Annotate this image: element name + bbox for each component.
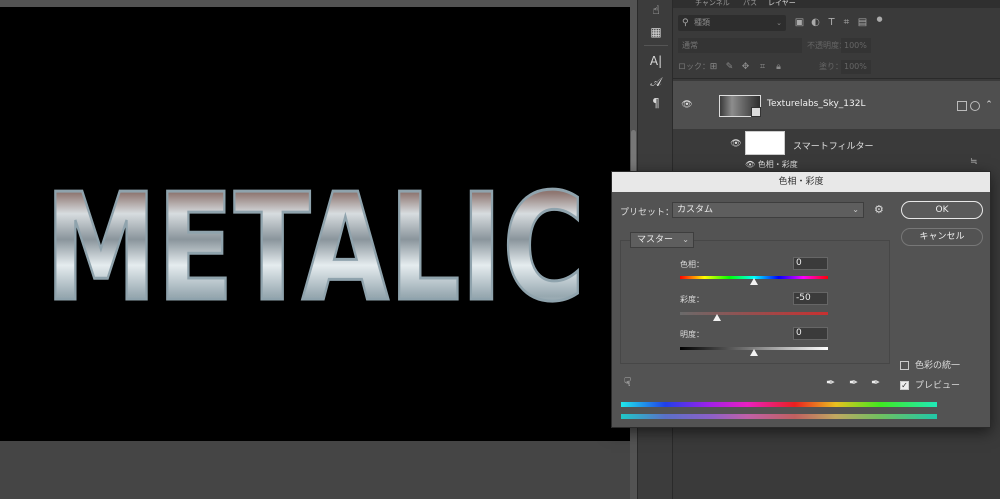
channel-select[interactable]: マスター ⌄ [630, 232, 694, 248]
saturation-slider-track[interactable] [680, 312, 828, 315]
dialog-title: 色相・彩度 [612, 172, 990, 192]
shape-filter-icon[interactable]: ⌗ [841, 17, 852, 28]
colorize-checkbox-row[interactable]: 色彩の統一 [900, 358, 960, 371]
lightness-field[interactable]: 0 [793, 327, 828, 340]
layer-row-texturelabs[interactable]: 👁︎ Texturelabs_Sky_132L ⌃ [673, 81, 1000, 129]
filter-options-icon[interactable]: ≒ [970, 157, 978, 167]
eyedropper-icon[interactable]: ✒ [826, 376, 835, 389]
eyedropper-plus-icon[interactable]: ✒ [849, 376, 858, 389]
colorize-label: 色彩の統一 [915, 361, 961, 371]
channel-select-value: マスター [637, 235, 674, 245]
smart-filter-label: スマートフィルター [793, 142, 874, 152]
tab-layers[interactable]: レイヤー [768, 0, 796, 8]
chevron-down-icon: ⌄ [852, 205, 859, 214]
hue-slider-thumb[interactable] [750, 278, 758, 285]
eyedropper-minus-icon[interactable]: ✒ [871, 376, 880, 389]
smart-object-filter-icon[interactable]: ▤ [857, 17, 868, 28]
preset-label: プリセット： [620, 208, 675, 218]
filter-toggle-icon[interactable]: ● [874, 14, 885, 25]
cancel-button[interactable]: キャンセル [901, 228, 983, 246]
layer-effects-icon[interactable] [970, 101, 980, 111]
hue-saturation-dialog: 色相・彩度 プリセット： カスタム ⌄ ⚙ OK キャンセル マスター ⌄ 色相… [611, 171, 991, 428]
paragraph-icon[interactable]: ¶ [647, 95, 665, 111]
hue-field[interactable]: 0 [793, 257, 828, 270]
blend-mode-select[interactable]: 通常 [678, 38, 802, 53]
canvas-top-strip [0, 0, 630, 7]
photoshop-window: METALIC ☝ ▦ A| 𝒜 ¶ チャンネル パス レイヤー ⚲ 種類 ⌄ … [0, 0, 1000, 499]
saturation-slider-thumb[interactable] [713, 314, 721, 321]
panel-tabs: チャンネル パス レイヤー [673, 0, 1000, 8]
chevron-down-icon: ⌄ [682, 235, 689, 244]
type-filter-icon[interactable]: T [826, 17, 837, 28]
search-icon: ⚲ [682, 18, 689, 28]
layer-name: Texturelabs_Sky_132L [767, 99, 866, 109]
smart-object-badge-icon [751, 107, 761, 117]
preview-checkbox[interactable]: ✓ [900, 381, 909, 390]
table-icon[interactable]: ▦ [647, 24, 665, 40]
input-spectrum-bar [621, 402, 937, 407]
lock-all-icon[interactable]: 🔒︎ [773, 60, 784, 74]
image-filter-icon[interactable]: ▣ [794, 17, 805, 28]
smart-filter-mask-thumbnail [745, 131, 785, 155]
tab-channels[interactable]: チャンネル [695, 0, 730, 8]
preview-checkbox-row[interactable]: ✓ プレビュー [900, 378, 960, 391]
layer-kind-filter[interactable]: ⚲ 種類 ⌄ [678, 15, 786, 31]
ok-button[interactable]: OK [901, 201, 983, 219]
preset-select-value: カスタム [677, 205, 714, 215]
glyph-icon[interactable]: 𝒜 [647, 74, 665, 90]
preview-label: プレビュー [915, 381, 961, 391]
hue-label: 色相： [680, 260, 704, 269]
saturation-label: 彩度： [680, 295, 704, 304]
smart-filter-row[interactable]: 👁︎ スマートフィルター [673, 131, 1000, 161]
preset-select[interactable]: カスタム ⌄ [672, 202, 864, 218]
colorize-checkbox[interactable] [900, 361, 909, 370]
character-icon[interactable]: A| [647, 53, 665, 69]
tool-divider [644, 45, 668, 46]
metallic-text: METALIC [45, 162, 585, 327]
opacity-field[interactable]: 100% [841, 38, 871, 53]
lock-artboard-icon[interactable]: ⌗ [757, 60, 768, 74]
canvas-area: METALIC [0, 0, 630, 499]
lightness-slider-thumb[interactable] [750, 349, 758, 356]
tab-paths[interactable]: パス [743, 0, 757, 8]
eye-icon[interactable]: 👁︎ [745, 160, 758, 169]
lock-label: ロック： [678, 62, 710, 71]
output-spectrum-bar [621, 414, 937, 419]
adjustment-filter-icon[interactable]: ◐ [810, 17, 821, 28]
chevron-down-icon: ⌄ [776, 19, 782, 27]
targeted-adjustment-hand-icon[interactable]: ☟ [624, 375, 631, 389]
eye-icon[interactable]: 👁︎ [680, 100, 694, 110]
chevron-up-icon[interactable]: ⌃ [982, 100, 996, 110]
eye-icon[interactable]: 👁︎ [729, 139, 743, 149]
layer-kind-filter-label: 種類 [694, 18, 710, 27]
fill-label: 塗り： [819, 62, 843, 71]
lock-pixels-icon[interactable]: ⊞ [708, 60, 719, 74]
lock-position-icon[interactable]: ✥ [740, 60, 751, 74]
gear-icon[interactable]: ⚙ [874, 204, 884, 216]
smart-filter-mask-icon[interactable] [957, 101, 967, 111]
saturation-field[interactable]: -50 [793, 292, 828, 305]
metallic-text-artwork: METALIC [44, 161, 587, 328]
adjustment-group [620, 240, 890, 364]
hand-pointer-icon[interactable]: ☝ [647, 2, 665, 18]
hue-saturation-filter-row[interactable]: 👁︎ 色相・彩度 [745, 159, 798, 170]
hue-saturation-filter-label: 色相・彩度 [757, 160, 798, 169]
lock-image-icon[interactable]: ✎ [724, 60, 735, 74]
fill-field[interactable]: 100% [841, 60, 871, 74]
document-canvas[interactable]: METALIC [0, 7, 630, 441]
lightness-label: 明度： [680, 330, 704, 339]
canvas-pasteboard [0, 441, 630, 499]
